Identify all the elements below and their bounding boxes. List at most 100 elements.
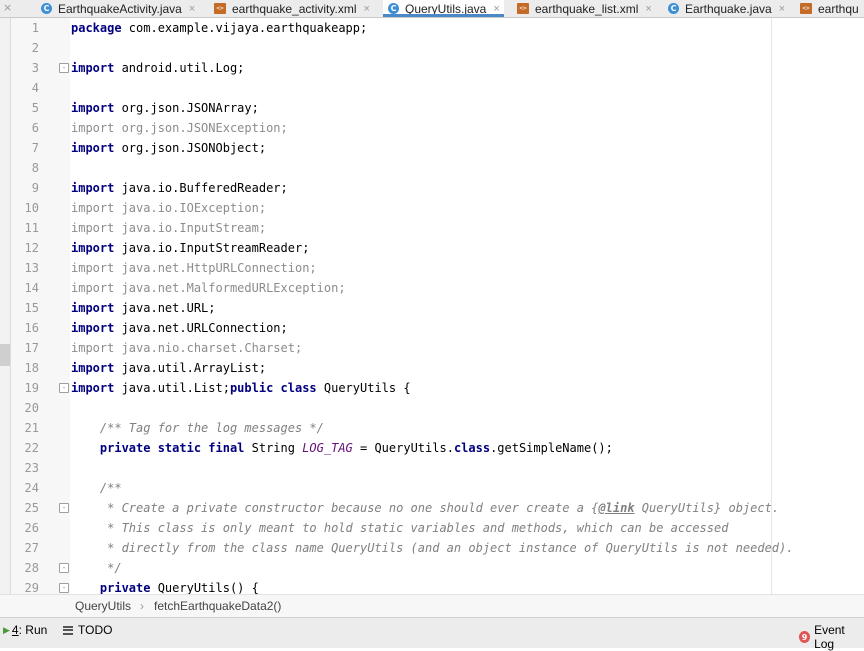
line-number: 21 (24, 421, 39, 435)
line-number: 15 (24, 301, 39, 315)
line-number: 23 (24, 461, 39, 475)
code-line-unused-import: import org.json.JSONException; (71, 121, 288, 135)
editor-tab-bar: × C EarthquakeActivity.java × <> earthqu… (0, 0, 864, 18)
line-number: 5 (31, 101, 39, 115)
code-editor[interactable]: package com.example.vijaya.earthquakeapp… (70, 18, 864, 594)
run-shortcut-number: 4 (11, 623, 19, 637)
todo-list-icon (63, 625, 73, 635)
code-comment: /** Tag for the log messages */ (71, 421, 324, 435)
code-comment: */ (71, 561, 122, 575)
code-line: import android.util.Log; (71, 61, 245, 75)
tab-earthquake-java[interactable]: C Earthquake.java × (668, 0, 785, 17)
xml-file-icon: <> (800, 3, 812, 14)
line-number: 18 (24, 361, 39, 375)
tab-earthquake-list-xml[interactable]: <> earthquake_list.xml × (517, 0, 652, 17)
tool-window-bar: ▶ 4 : Run TODO 9 Event Log (0, 617, 864, 651)
line-number: 1 (31, 21, 39, 35)
code-line: import java.io.BufferedReader; (71, 181, 288, 195)
breadcrumb: QueryUtils › fetchEarthquakeData2() (0, 594, 864, 617)
java-class-icon: C (41, 3, 52, 14)
run-tool-button[interactable]: ▶ 4 : Run (3, 623, 47, 637)
line-number: 7 (31, 141, 39, 155)
tab-earthquake-partial[interactable]: <> earthqu (800, 0, 859, 17)
fold-toggle-icon[interactable]: - (59, 563, 69, 573)
run-label: : Run (18, 623, 48, 637)
tab-earthquake-activity-xml[interactable]: <> earthquake_activity.xml × (214, 0, 370, 17)
line-number: 14 (24, 281, 39, 295)
tab-label: EarthquakeActivity.java (58, 1, 182, 16)
code-line-unused-import: import java.net.MalformedURLException; (71, 281, 346, 295)
todo-tool-button[interactable]: TODO (63, 623, 112, 637)
line-number: 27 (24, 541, 39, 555)
left-tool-strip (0, 18, 11, 616)
line-number: 22 (24, 441, 39, 455)
close-icon[interactable]: × (189, 3, 195, 15)
code-line: package com.example.vijaya.earthquakeapp… (71, 21, 368, 35)
line-number: 29 (24, 581, 39, 594)
line-number: 19 (24, 381, 39, 395)
line-number: 28 (24, 561, 39, 575)
code-line: import java.net.URLConnection; (71, 321, 288, 335)
tab-label: earthqu (818, 1, 859, 16)
code-line: import java.net.URL; (71, 301, 216, 315)
xml-file-icon: <> (214, 3, 226, 14)
code-line-unused-import: import java.net.HttpURLConnection; (71, 261, 317, 275)
run-icon: ▶ (3, 624, 10, 635)
close-icon[interactable]: × (364, 3, 370, 15)
java-class-icon: C (388, 3, 399, 14)
fold-toggle-icon[interactable]: - (59, 63, 69, 73)
tab-label: earthquake_list.xml (535, 1, 639, 16)
scroll-marker[interactable] (0, 344, 10, 366)
line-number: 20 (24, 401, 39, 415)
code-line: import org.json.JSONArray; (71, 101, 259, 115)
tab-earthquake-activity-java[interactable]: C EarthquakeActivity.java × (41, 0, 195, 17)
code-comment: /** (71, 481, 122, 495)
line-number-gutter: 1 2 3 4 5 6 7 8 9 10 11 12 13 14 15 16 1… (11, 18, 70, 594)
fold-toggle-icon[interactable]: - (59, 583, 69, 593)
code-comment: * directly from the class name QueryUtil… (71, 541, 794, 555)
code-line: private static final String LOG_TAG = Qu… (99, 441, 613, 455)
active-tab-indicator (383, 14, 504, 17)
line-number: 17 (24, 341, 39, 355)
todo-label: TODO (78, 623, 113, 637)
java-class-icon: C (668, 3, 679, 14)
breadcrumb-method[interactable]: fetchEarthquakeData2() (154, 599, 281, 613)
line-number: 24 (24, 481, 39, 495)
code-line: import org.json.JSONObject; (71, 141, 267, 155)
close-icon[interactable]: × (3, 0, 12, 17)
tab-query-utils-java[interactable]: C QueryUtils.java × (383, 0, 504, 17)
line-number: 8 (31, 161, 39, 175)
line-number: 25 (24, 501, 39, 515)
line-number: 26 (24, 521, 39, 535)
line-number: 6 (31, 121, 39, 135)
code-line: import java.io.InputStreamReader; (71, 241, 310, 255)
line-number: 2 (31, 41, 39, 55)
event-log-icon: 9 (799, 631, 811, 643)
xml-file-icon: <> (517, 3, 529, 14)
tab-label: earthquake_activity.xml (232, 1, 357, 16)
line-number: 9 (31, 181, 39, 195)
line-number: 13 (24, 261, 39, 275)
line-number: 3 (31, 61, 39, 75)
line-number: 16 (24, 321, 39, 335)
code-comment: * This class is only meant to hold stati… (71, 521, 729, 535)
breadcrumb-class[interactable]: QueryUtils (75, 599, 131, 613)
breadcrumb-separator: › (140, 599, 144, 613)
close-icon[interactable]: × (493, 3, 499, 15)
code-comment: * Create a private constructor because n… (71, 501, 780, 515)
code-line: import java.util.ArrayList; (71, 361, 267, 375)
fold-toggle-icon[interactable]: - (59, 503, 69, 513)
code-line: private QueryUtils() { (99, 581, 259, 594)
code-line-unused-import: import java.nio.charset.Charset; (71, 341, 303, 355)
close-icon[interactable]: × (779, 3, 785, 15)
close-icon[interactable]: × (645, 3, 651, 15)
tab-label: Earthquake.java (685, 1, 772, 16)
line-number: 11 (24, 221, 39, 235)
code-line: import java.util.List;public class Query… (71, 381, 411, 395)
code-line-unused-import: import java.io.IOException; (71, 201, 267, 215)
code-line-unused-import: import java.io.InputStream; (71, 221, 267, 235)
line-number: 12 (24, 241, 39, 255)
fold-toggle-icon[interactable]: - (59, 383, 69, 393)
line-number: 4 (31, 81, 39, 95)
line-number: 10 (24, 201, 39, 215)
